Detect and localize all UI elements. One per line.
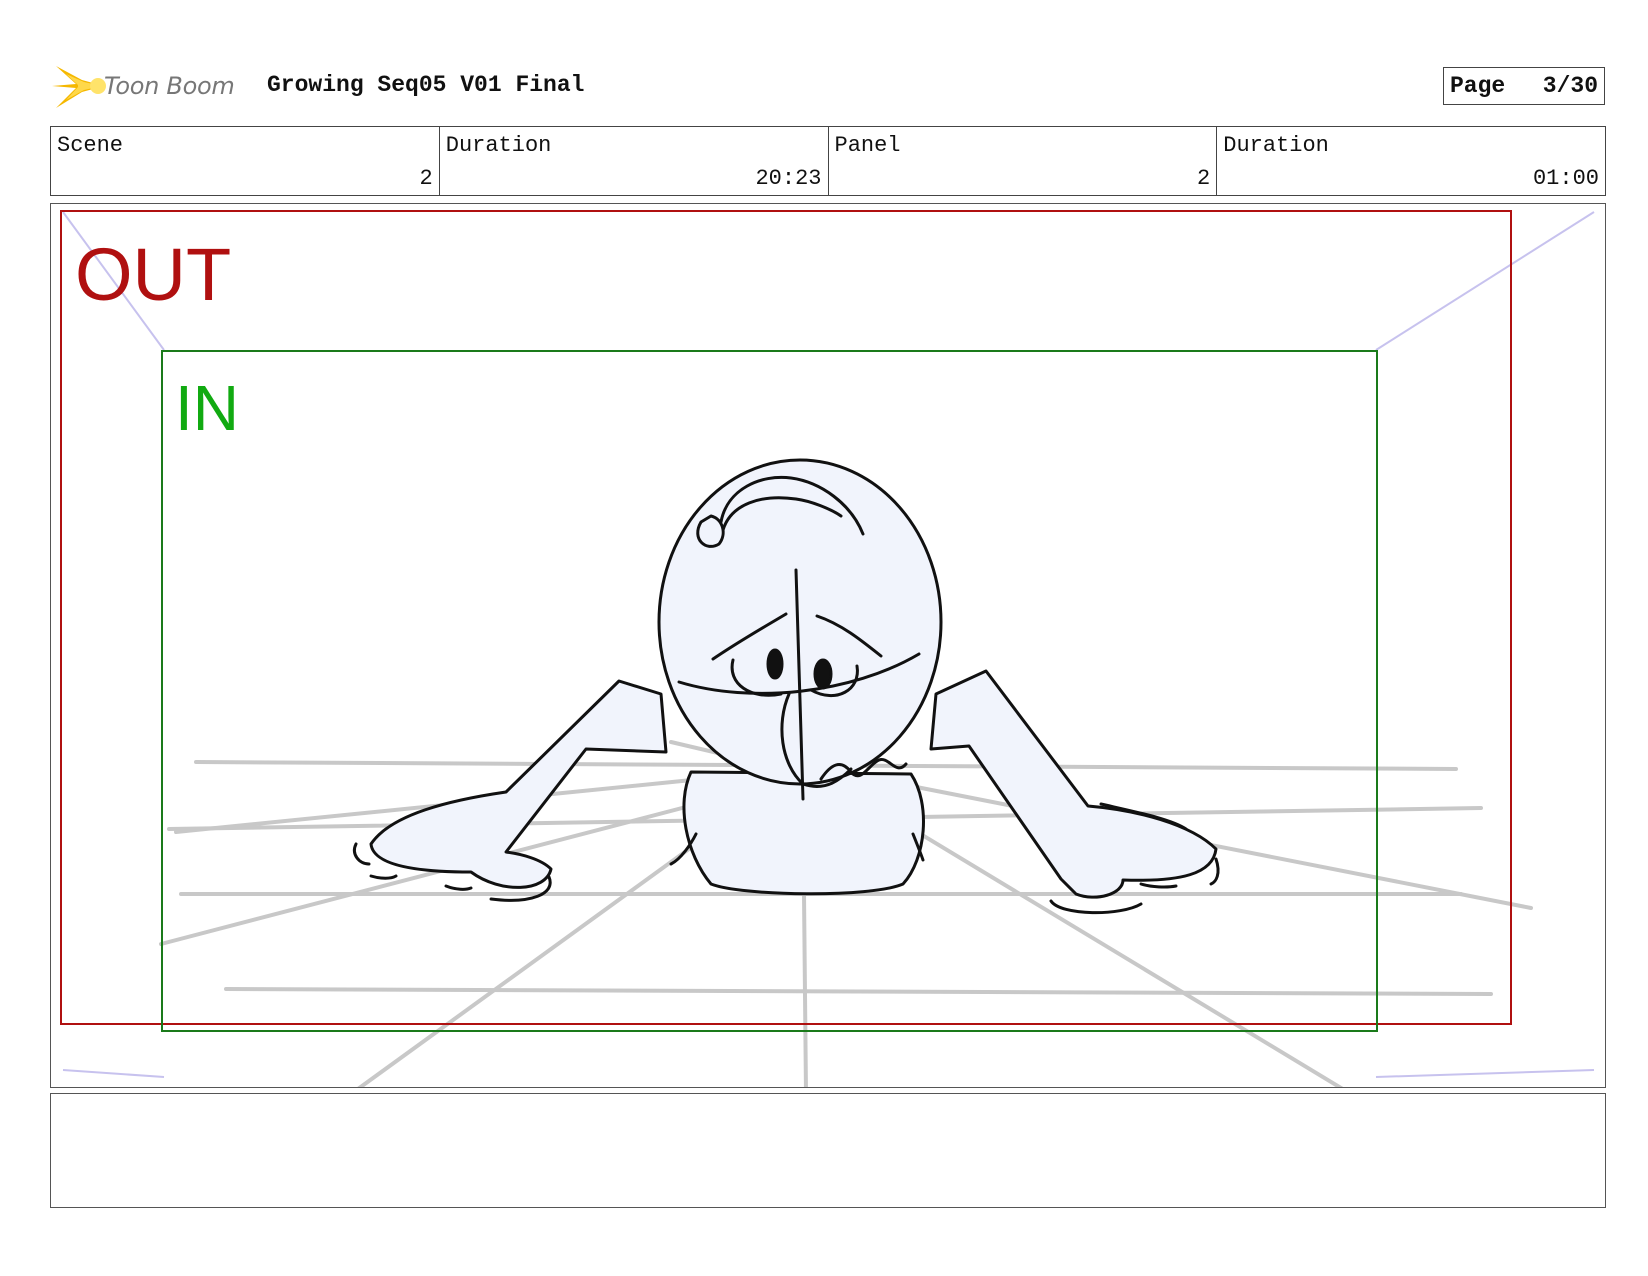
panel-info-table: Scene 2 Duration 20:23 Panel 2 Duration … <box>50 126 1606 196</box>
page-indicator: Page 3/30 <box>1443 67 1605 105</box>
in-label: IN <box>175 372 239 444</box>
panel-duration-cell: Duration 01:00 <box>1217 127 1605 195</box>
scene-duration-label: Duration <box>445 133 552 158</box>
storyboard-panel: OUT IN <box>50 203 1606 1088</box>
panel-duration-value: 01:00 <box>1532 166 1599 191</box>
panel-duration-label: Duration <box>1223 133 1329 158</box>
logo-text: Toon Boom <box>104 72 235 100</box>
scene-duration-value: 20:23 <box>755 166 822 191</box>
page-label: Page <box>1450 73 1506 99</box>
panel-value: 2 <box>1197 166 1211 191</box>
scene-duration-cell: Duration 20:23 <box>440 127 829 195</box>
starburst-icon <box>52 66 106 108</box>
character-drawing <box>353 458 1220 915</box>
out-label: OUT <box>75 233 231 316</box>
scene-label: Scene <box>57 133 124 158</box>
panel-drawing: OUT IN <box>60 210 1595 1087</box>
panel-notes-box[interactable] <box>50 1093 1606 1208</box>
scene-value: 2 <box>419 166 433 191</box>
document-title: Growing Seq05 V01 Final <box>267 72 585 98</box>
scene-cell: Scene 2 <box>51 127 440 195</box>
page-number: 3/30 <box>1542 73 1598 99</box>
panel-label: Panel <box>834 133 901 158</box>
panel-cell: Panel 2 <box>829 127 1218 195</box>
toon-boom-logo: Toon Boom <box>52 58 252 114</box>
